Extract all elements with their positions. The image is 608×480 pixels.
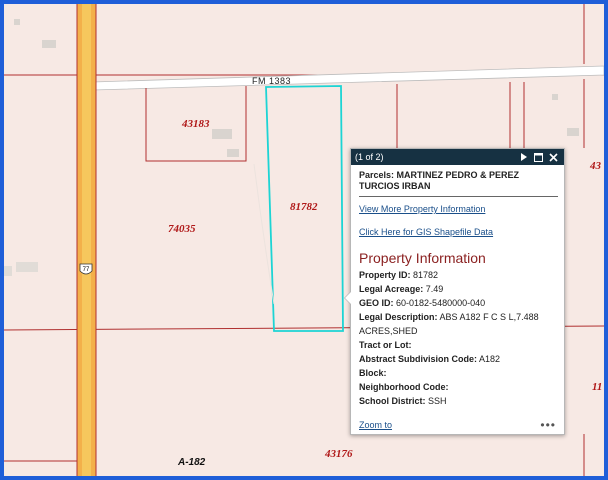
field-tract-or-lot: Tract or Lot: (359, 340, 412, 350)
field-property-id: Property ID: 81782 (359, 270, 439, 280)
more-options-icon[interactable]: ••• (540, 418, 556, 432)
popup-pointer (344, 291, 351, 305)
parcel-label[interactable]: 43183 (182, 118, 210, 130)
field-legal-acreage: Legal Acreage: 7.49 (359, 284, 444, 294)
field-geo-id: GEO ID: 60-0182-5480000-040 (359, 298, 486, 308)
road-label: FM 1383 (252, 76, 292, 86)
map-frame: FM 1383 77 43183 81782 74035 43176 43 11… (0, 0, 608, 480)
section-title: Property Information (359, 250, 486, 266)
field-block: Block: (359, 368, 387, 378)
parcel-label[interactable]: 43 (590, 160, 601, 172)
view-more-property-link[interactable]: View More Property Information (359, 204, 558, 214)
gis-shapefile-link[interactable]: Click Here for GIS Shapefile Data (359, 227, 558, 237)
highway-shield-label: 77 (83, 267, 90, 273)
field-neighborhood-code: Neighborhood Code: (359, 382, 449, 392)
parcel-label[interactable]: 11 (592, 381, 602, 393)
maximize-icon[interactable] (532, 151, 545, 164)
parcel-label[interactable]: 74035 (168, 223, 196, 235)
feature-count: (1 of 2) (355, 152, 384, 162)
popup-header: (1 of 2) (351, 149, 564, 165)
field-school-district: School District: SSH (359, 396, 447, 406)
highway-shield-icon: 77 (79, 263, 93, 275)
parcel-label[interactable]: 43176 (325, 448, 353, 460)
popup-body: Parcels: MARTINEZ PEDRO & PEREZ TURCIOS … (351, 165, 564, 408)
info-popup: (1 of 2) Parcels: MARTINEZ PEDRO & PEREZ… (344, 148, 565, 435)
popup-footer: Zoom to ••• (359, 418, 556, 432)
close-icon[interactable] (547, 151, 560, 164)
field-legal-description: Legal Description: ABS A182 F C S L,7.48… (359, 312, 539, 336)
zoom-to-link[interactable]: Zoom to (359, 420, 540, 430)
field-abstract-subdivision-code: Abstract Subdivision Code: A182 (359, 354, 501, 364)
parcel-label[interactable]: 81782 (290, 201, 318, 213)
survey-label: A-182 (178, 457, 206, 468)
parcel-owner-title: Parcels: MARTINEZ PEDRO & PEREZ TURCIOS … (359, 170, 558, 197)
next-feature-icon[interactable] (517, 151, 530, 164)
